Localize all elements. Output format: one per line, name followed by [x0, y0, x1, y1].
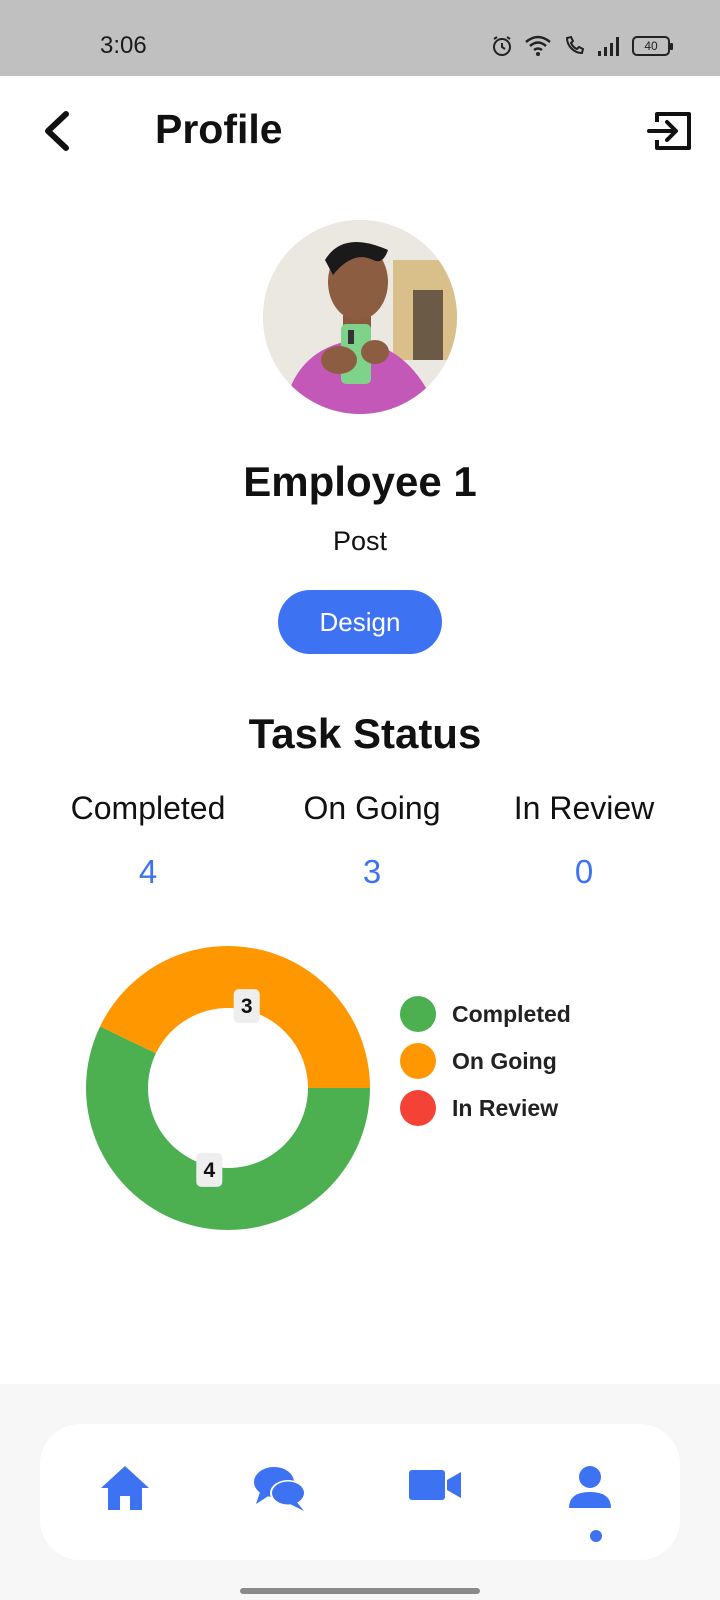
employee-name: Employee 1: [243, 458, 477, 505]
data-label: 3: [241, 995, 253, 1018]
nav-chat[interactable]: [245, 1464, 315, 1524]
nav-profile[interactable]: [555, 1464, 625, 1524]
status-bar: 3:06 40: [0, 0, 720, 76]
stat-completed: Completed 4: [38, 790, 258, 891]
home-icon: [101, 1466, 149, 1510]
alarm-icon: [493, 36, 511, 56]
logout-icon: [647, 112, 691, 150]
back-button[interactable]: [38, 106, 78, 156]
stat-ongoing: On Going 3: [262, 790, 482, 891]
stat-in-review: In Review 0: [474, 790, 694, 891]
donut-chart: 4 3 Completed On Going In Review: [85, 946, 571, 1230]
status-time: 3:06: [100, 32, 147, 59]
avatar-photo: [263, 220, 457, 414]
avatar[interactable]: [263, 220, 457, 414]
legend-label: In Review: [452, 1095, 558, 1121]
stat-value: 4: [138, 853, 158, 890]
status-icons: 40: [490, 34, 673, 58]
legend-swatch: [400, 1090, 436, 1126]
wifi-calling-icon: [565, 35, 585, 55]
nav-home[interactable]: [90, 1464, 160, 1524]
stat-label: Completed: [70, 790, 226, 826]
battery-icon: 40: [632, 36, 673, 56]
legend-swatch: [400, 996, 436, 1032]
chevron-left-icon: [45, 111, 69, 151]
stat-value: 0: [574, 853, 594, 890]
wifi-icon: [525, 35, 551, 56]
top-bar: Profile: [0, 76, 720, 186]
data-label: 4: [203, 1159, 215, 1182]
nav-video[interactable]: [400, 1464, 470, 1524]
stat-label: On Going: [303, 790, 441, 826]
legend-label: On Going: [452, 1048, 557, 1074]
legend-label: Completed: [452, 1001, 571, 1027]
legend-swatch: [400, 1043, 436, 1079]
task-status-title: Task Status: [248, 710, 482, 757]
stat-value: 3: [362, 853, 382, 890]
home-indicator[interactable]: [240, 1588, 480, 1594]
logout-button[interactable]: [645, 106, 695, 156]
signal-icon: [598, 37, 619, 56]
bottom-nav: [40, 1424, 680, 1560]
department-badge[interactable]: Design: [278, 590, 442, 654]
page-title: Profile: [155, 106, 283, 152]
video-icon: [409, 1470, 461, 1500]
active-nav-indicator: [590, 1530, 602, 1542]
person-icon: [569, 1466, 611, 1508]
stat-label: In Review: [513, 790, 655, 826]
task-status-chart: 4 3 Completed On Going In Review: [70, 920, 670, 1240]
employee-post: Post: [332, 526, 388, 556]
chat-icon: [254, 1467, 306, 1511]
